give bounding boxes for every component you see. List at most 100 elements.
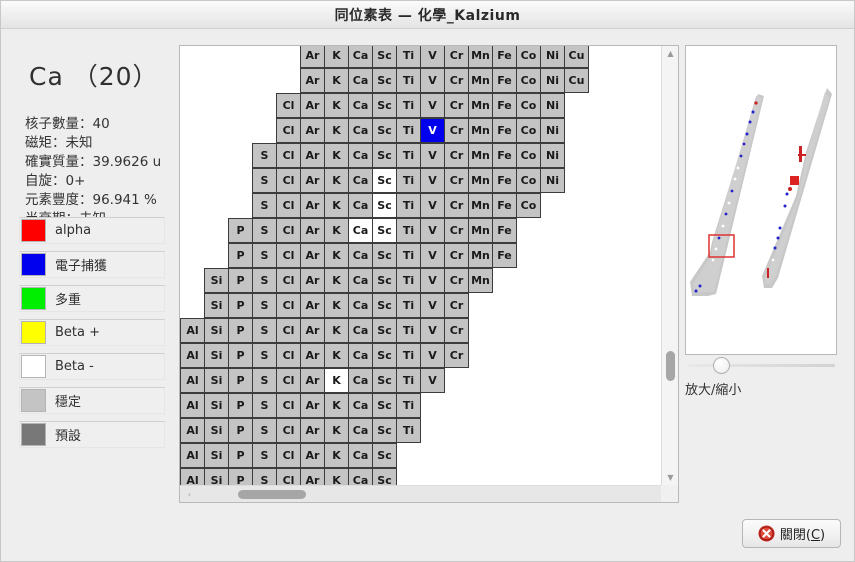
isotope-cell[interactable]: Cl xyxy=(276,293,301,318)
isotope-cell[interactable]: P xyxy=(228,218,253,243)
isotope-cell[interactable]: Sc xyxy=(372,393,397,418)
isotope-cell[interactable]: Cr xyxy=(444,193,469,218)
isotope-cell[interactable]: Mn xyxy=(468,93,493,118)
isotope-cell[interactable]: S xyxy=(252,368,277,393)
isotope-cell[interactable]: P xyxy=(228,268,253,293)
isotope-cell[interactable]: Cl xyxy=(276,268,301,293)
isotope-cell[interactable]: Mn xyxy=(468,168,493,193)
isotope-cell[interactable]: P xyxy=(228,443,253,468)
isotope-cell[interactable]: K xyxy=(324,118,349,143)
isotope-cell[interactable]: Fe xyxy=(492,68,517,93)
isotope-cell[interactable]: Co xyxy=(516,143,541,168)
isotope-cell[interactable]: Si xyxy=(204,268,229,293)
isotope-cell[interactable]: Sc xyxy=(372,118,397,143)
isotope-cell[interactable]: Mn xyxy=(468,218,493,243)
isotope-cell[interactable]: Ca xyxy=(348,193,373,218)
isotope-cell[interactable]: Sc xyxy=(372,218,397,243)
scroll-left-arrow-icon[interactable]: ‹ xyxy=(182,486,197,503)
vertical-scrollbar-thumb[interactable] xyxy=(666,351,675,381)
isotope-cell[interactable]: S xyxy=(252,168,277,193)
isotope-cell[interactable]: Ar xyxy=(300,393,325,418)
isotope-cell[interactable]: Fe xyxy=(492,218,517,243)
horizontal-scrollbar[interactable]: ‹ › xyxy=(180,485,678,502)
isotope-cell[interactable]: Mn xyxy=(468,243,493,268)
isotope-cell[interactable]: S xyxy=(252,393,277,418)
isotope-cell[interactable]: S xyxy=(252,318,277,343)
isotope-cell[interactable]: Ar xyxy=(300,193,325,218)
isotope-cell[interactable]: Sc xyxy=(372,368,397,393)
isotope-cell[interactable]: Si xyxy=(204,393,229,418)
isotope-cell[interactable]: Fe xyxy=(492,118,517,143)
isotope-cell[interactable]: Si xyxy=(204,318,229,343)
isotope-cell[interactable]: Ti xyxy=(396,268,421,293)
isotope-cell[interactable]: S xyxy=(252,268,277,293)
isotope-cell[interactable]: V xyxy=(420,68,445,93)
isotope-cell[interactable]: Sc xyxy=(372,193,397,218)
close-button[interactable]: 關閉(C) xyxy=(742,519,841,548)
isotope-cell[interactable]: Sc xyxy=(372,343,397,368)
isotope-cell[interactable]: Ti xyxy=(396,118,421,143)
isotope-cell[interactable]: K xyxy=(324,243,349,268)
isotope-cell[interactable]: Al xyxy=(180,443,205,468)
isotope-cell[interactable]: Sc xyxy=(372,293,397,318)
isotope-cell[interactable]: Ar xyxy=(300,168,325,193)
isotope-cell[interactable]: K xyxy=(324,168,349,193)
isotope-cell[interactable]: Ti xyxy=(396,143,421,168)
isotope-cell[interactable]: V xyxy=(420,143,445,168)
isotope-cell[interactable]: V xyxy=(420,193,445,218)
isotope-cell[interactable]: Al xyxy=(180,418,205,443)
isotope-cell[interactable]: Ca xyxy=(348,68,373,93)
isotope-cell[interactable]: Co xyxy=(516,68,541,93)
isotope-cell[interactable]: Ti xyxy=(396,318,421,343)
isotope-cell[interactable]: Al xyxy=(180,368,205,393)
isotope-cell[interactable]: Co xyxy=(516,93,541,118)
isotope-cell[interactable]: Ti xyxy=(396,193,421,218)
isotope-cell[interactable]: Al xyxy=(180,393,205,418)
isotope-cell[interactable]: Si xyxy=(204,343,229,368)
isotope-cell[interactable]: S xyxy=(252,243,277,268)
isotope-cell[interactable]: K xyxy=(324,468,349,485)
isotope-cell[interactable]: Mn xyxy=(468,118,493,143)
isotope-cell[interactable]: Fe xyxy=(492,193,517,218)
isotope-cell[interactable]: Mn xyxy=(468,68,493,93)
isotope-cell[interactable]: Ar xyxy=(300,118,325,143)
isotope-cell[interactable]: Ar xyxy=(300,293,325,318)
isotope-cell[interactable]: Ar xyxy=(300,268,325,293)
isotope-cell[interactable]: Ni xyxy=(540,46,565,68)
isotope-cell[interactable]: Si xyxy=(204,368,229,393)
isotope-cell[interactable]: Ti xyxy=(396,168,421,193)
isotope-cell[interactable]: Sc xyxy=(372,68,397,93)
isotope-cell[interactable]: Ti xyxy=(396,243,421,268)
legend-item[interactable]: alpha xyxy=(19,217,165,244)
isotope-cell[interactable]: Si xyxy=(204,418,229,443)
isotope-cell[interactable]: Fe xyxy=(492,168,517,193)
isotope-cell[interactable]: Ar xyxy=(300,468,325,485)
isotope-cell[interactable]: Ca xyxy=(348,268,373,293)
isotope-cell[interactable]: Ca xyxy=(348,393,373,418)
isotope-cell[interactable]: Ti xyxy=(396,368,421,393)
isotope-cell[interactable]: Al xyxy=(180,468,205,485)
isotope-cell[interactable]: Cr xyxy=(444,268,469,293)
isotope-cell[interactable]: P xyxy=(228,343,253,368)
isotope-cell[interactable]: Cl xyxy=(276,318,301,343)
isotope-cell[interactable]: K xyxy=(324,218,349,243)
isotope-cell[interactable]: P xyxy=(228,368,253,393)
isotope-cell[interactable]: K xyxy=(324,318,349,343)
isotope-cell[interactable]: Ca xyxy=(348,143,373,168)
isotope-cell[interactable]: Ar xyxy=(300,368,325,393)
isotope-cell[interactable]: Ti xyxy=(396,393,421,418)
isotope-cell[interactable]: V xyxy=(420,318,445,343)
legend-item[interactable]: Beta - xyxy=(19,353,165,380)
isotope-cell[interactable]: Fe xyxy=(492,93,517,118)
isotope-cell[interactable]: Sc xyxy=(372,443,397,468)
isotope-cell[interactable]: Ar xyxy=(300,218,325,243)
isotope-cell[interactable]: Ar xyxy=(300,343,325,368)
isotope-cell[interactable]: Cl xyxy=(276,168,301,193)
isotope-cell[interactable]: Cu xyxy=(564,68,589,93)
zoom-slider-handle[interactable] xyxy=(713,357,730,374)
isotope-cell[interactable]: K xyxy=(324,393,349,418)
isotope-cell[interactable]: Co xyxy=(516,46,541,68)
isotope-cell[interactable]: K xyxy=(324,268,349,293)
isotope-cell[interactable]: S xyxy=(252,293,277,318)
isotope-cell[interactable]: Ca xyxy=(348,168,373,193)
